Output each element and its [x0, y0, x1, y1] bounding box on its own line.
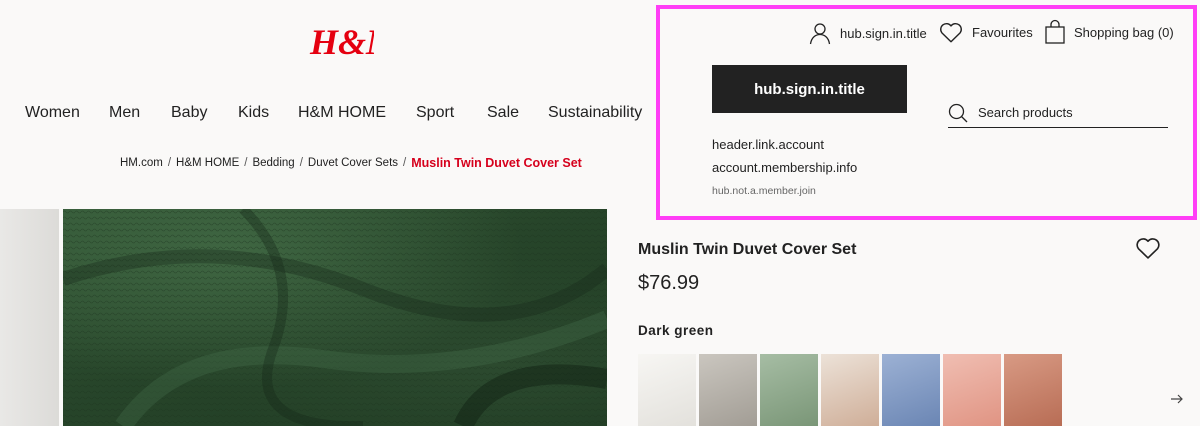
swatch-white[interactable] — [638, 354, 696, 426]
product-image-thumb-partial[interactable] — [0, 209, 59, 426]
swatch-blue[interactable] — [882, 354, 940, 426]
membership-info-link[interactable]: account.membership.info — [712, 160, 857, 175]
account-link[interactable]: header.link.account — [712, 137, 824, 152]
hm-logo-icon: H&M — [309, 22, 400, 62]
search-bar — [948, 98, 1168, 128]
nav-men[interactable]: Men — [109, 104, 140, 122]
nav-sale[interactable]: Sale — [487, 104, 519, 122]
breadcrumb-current: Muslin Twin Duvet Cover Set — [411, 156, 582, 170]
arrow-right-icon — [1171, 394, 1183, 404]
swatch-pink[interactable] — [943, 354, 1001, 426]
add-to-favourites-button[interactable] — [1134, 234, 1162, 262]
sign-in-link[interactable]: hub.sign.in.title — [808, 21, 927, 45]
sign-in-button[interactable]: hub.sign.in.title — [712, 65, 907, 113]
fabric-texture — [63, 209, 607, 426]
breadcrumb-separator: / — [167, 157, 172, 169]
favourites-link[interactable]: Favourites — [938, 20, 1033, 44]
account-dropdown-panel: hub.sign.in.title Favourites Shopping ba… — [656, 5, 1197, 220]
breadcrumb: HM.com / H&M HOME / Bedding / Duvet Cove… — [120, 156, 582, 170]
breadcrumb-separator: / — [403, 157, 407, 169]
breadcrumb-link-hm[interactable]: HM.com — [120, 157, 163, 169]
sign-in-label: hub.sign.in.title — [840, 25, 927, 41]
shopping-bag-label: Shopping bag (0) — [1074, 24, 1174, 40]
nav-women[interactable]: Women — [25, 104, 80, 122]
swatch-beige[interactable] — [821, 354, 879, 426]
nav-hm-home[interactable]: H&M HOME — [298, 104, 386, 122]
breadcrumb-separator: / — [244, 157, 248, 169]
color-swatches — [638, 354, 1062, 426]
selected-color-name: Dark green — [638, 323, 714, 338]
hm-logo[interactable]: H&M — [308, 20, 400, 62]
product-title: Muslin Twin Duvet Cover Set — [638, 241, 857, 258]
user-icon — [809, 23, 831, 45]
product-image-main[interactable] — [63, 209, 607, 426]
swatch-light-grey[interactable] — [699, 354, 757, 426]
heart-icon — [1136, 238, 1160, 259]
search-input[interactable] — [978, 105, 1158, 120]
join-membership-link[interactable]: hub.not.a.member.join — [712, 185, 816, 197]
breadcrumb-link-bedding[interactable]: Bedding — [252, 157, 294, 169]
breadcrumb-link-home[interactable]: H&M HOME — [176, 157, 239, 169]
shopping-bag-icon — [1045, 19, 1065, 44]
search-icon[interactable] — [948, 103, 968, 123]
swatch-sage-green[interactable] — [760, 354, 818, 426]
breadcrumb-link-duvet-sets[interactable]: Duvet Cover Sets — [308, 157, 398, 169]
product-price: $76.99 — [638, 272, 700, 294]
nav-baby[interactable]: Baby — [171, 104, 207, 122]
swatches-next-button[interactable] — [1168, 390, 1186, 408]
nav-sustainability[interactable]: Sustainability — [548, 104, 642, 122]
shopping-bag-link[interactable]: Shopping bag (0) — [1044, 19, 1174, 45]
nav-sport[interactable]: Sport — [416, 104, 454, 122]
logo-text: H&M — [309, 22, 374, 60]
swatch-terracotta[interactable] — [1004, 354, 1062, 426]
favourites-label: Favourites — [972, 24, 1033, 40]
breadcrumb-separator: / — [299, 157, 303, 169]
nav-kids[interactable]: Kids — [238, 104, 269, 122]
heart-icon — [940, 22, 962, 43]
